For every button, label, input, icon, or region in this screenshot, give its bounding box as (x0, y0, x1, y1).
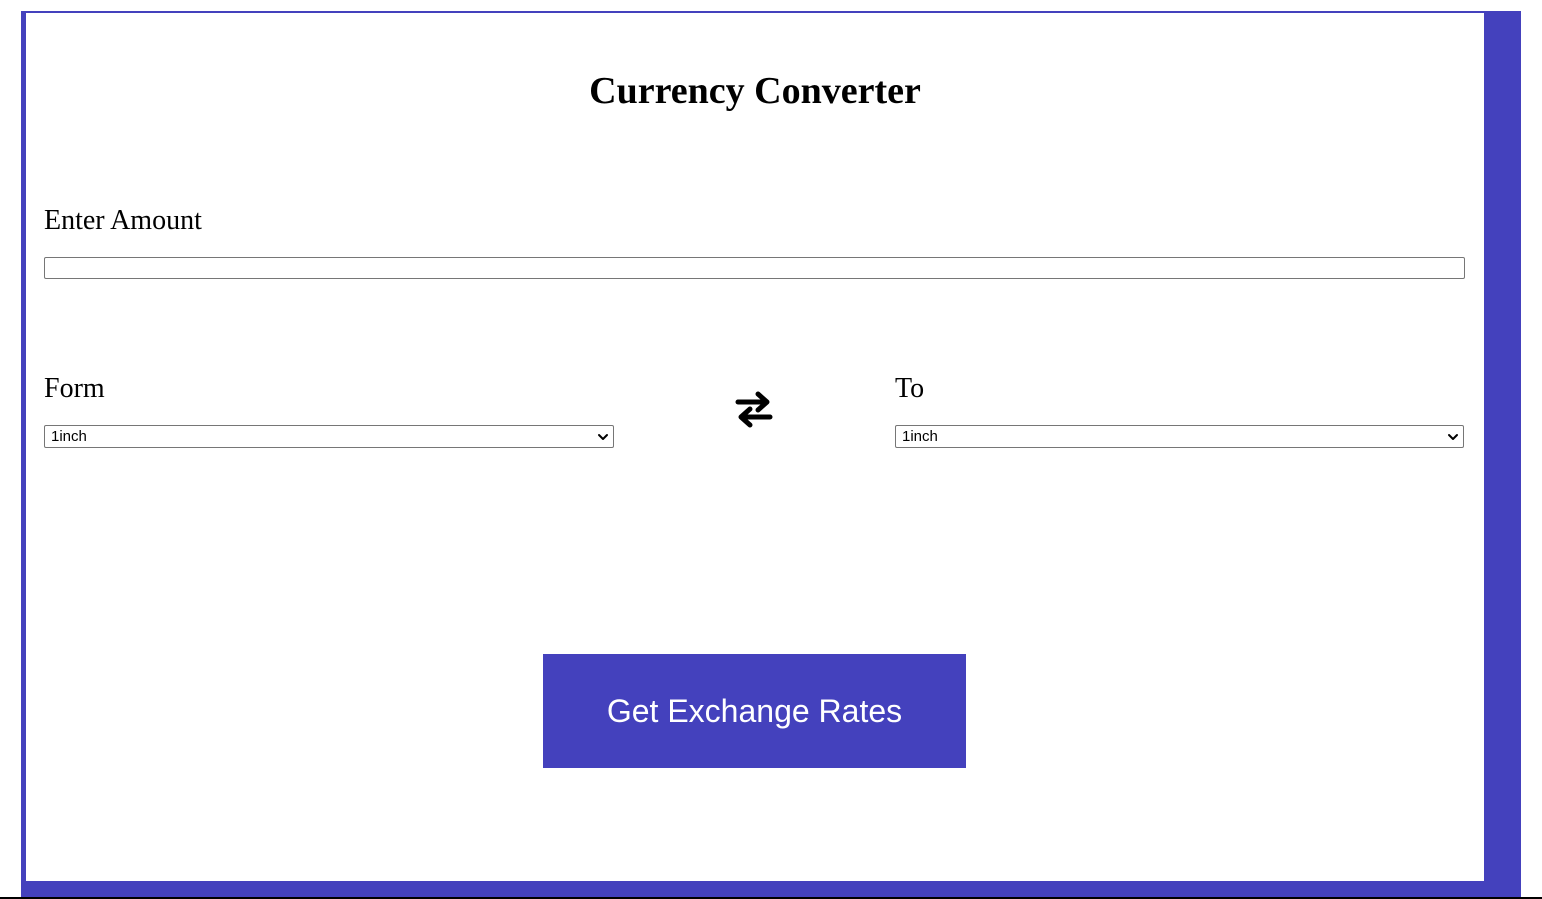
to-label: To (895, 373, 925, 404)
chevron-down-icon (1448, 434, 1458, 440)
amount-label: Enter Amount (44, 205, 202, 236)
from-currency-select[interactable]: 1inch (44, 425, 614, 448)
amount-input[interactable] (44, 257, 1465, 279)
from-currency-value: 1inch (51, 428, 87, 445)
to-currency-select[interactable]: 1inch (895, 425, 1464, 448)
swap-arrows-icon[interactable] (734, 389, 774, 429)
get-exchange-rates-button[interactable]: Get Exchange Rates (543, 654, 966, 768)
chevron-down-icon (598, 434, 608, 440)
converter-frame: Currency Converter Enter Amount Form 1in… (21, 11, 1521, 897)
converter-card: Currency Converter Enter Amount Form 1in… (26, 13, 1484, 881)
from-label: Form (44, 373, 105, 404)
to-currency-value: 1inch (902, 428, 938, 445)
page-title: Currency Converter (589, 70, 921, 112)
